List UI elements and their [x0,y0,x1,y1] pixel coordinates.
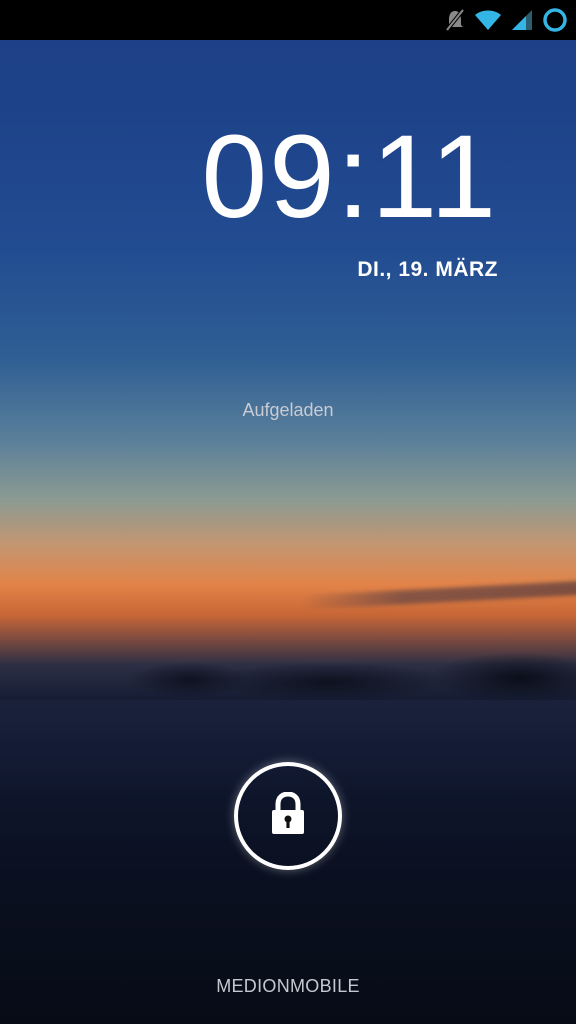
lockscreen-date: DI., 19. MÄRZ [357,258,498,281]
lockscreen-clock: 09:11 [201,118,498,236]
lock-screen: 09:11 DI., 19. MÄRZ Aufgeladen MEDIONMOB… [0,0,576,1024]
signal-icon [510,8,534,32]
lock-icon [268,791,308,840]
clock-time: 09:11 [201,111,498,243]
wifi-icon [474,8,502,32]
carrier-label: MEDIONMOBILE [216,976,360,996]
wallpaper-cloud [299,580,576,610]
status-bar [0,0,576,40]
charging-status: Aufgeladen [242,400,334,420]
unlock-button[interactable] [234,762,342,870]
mute-vibrate-icon [444,8,466,32]
status-icons [444,6,568,34]
sync-ring-icon [542,7,568,33]
